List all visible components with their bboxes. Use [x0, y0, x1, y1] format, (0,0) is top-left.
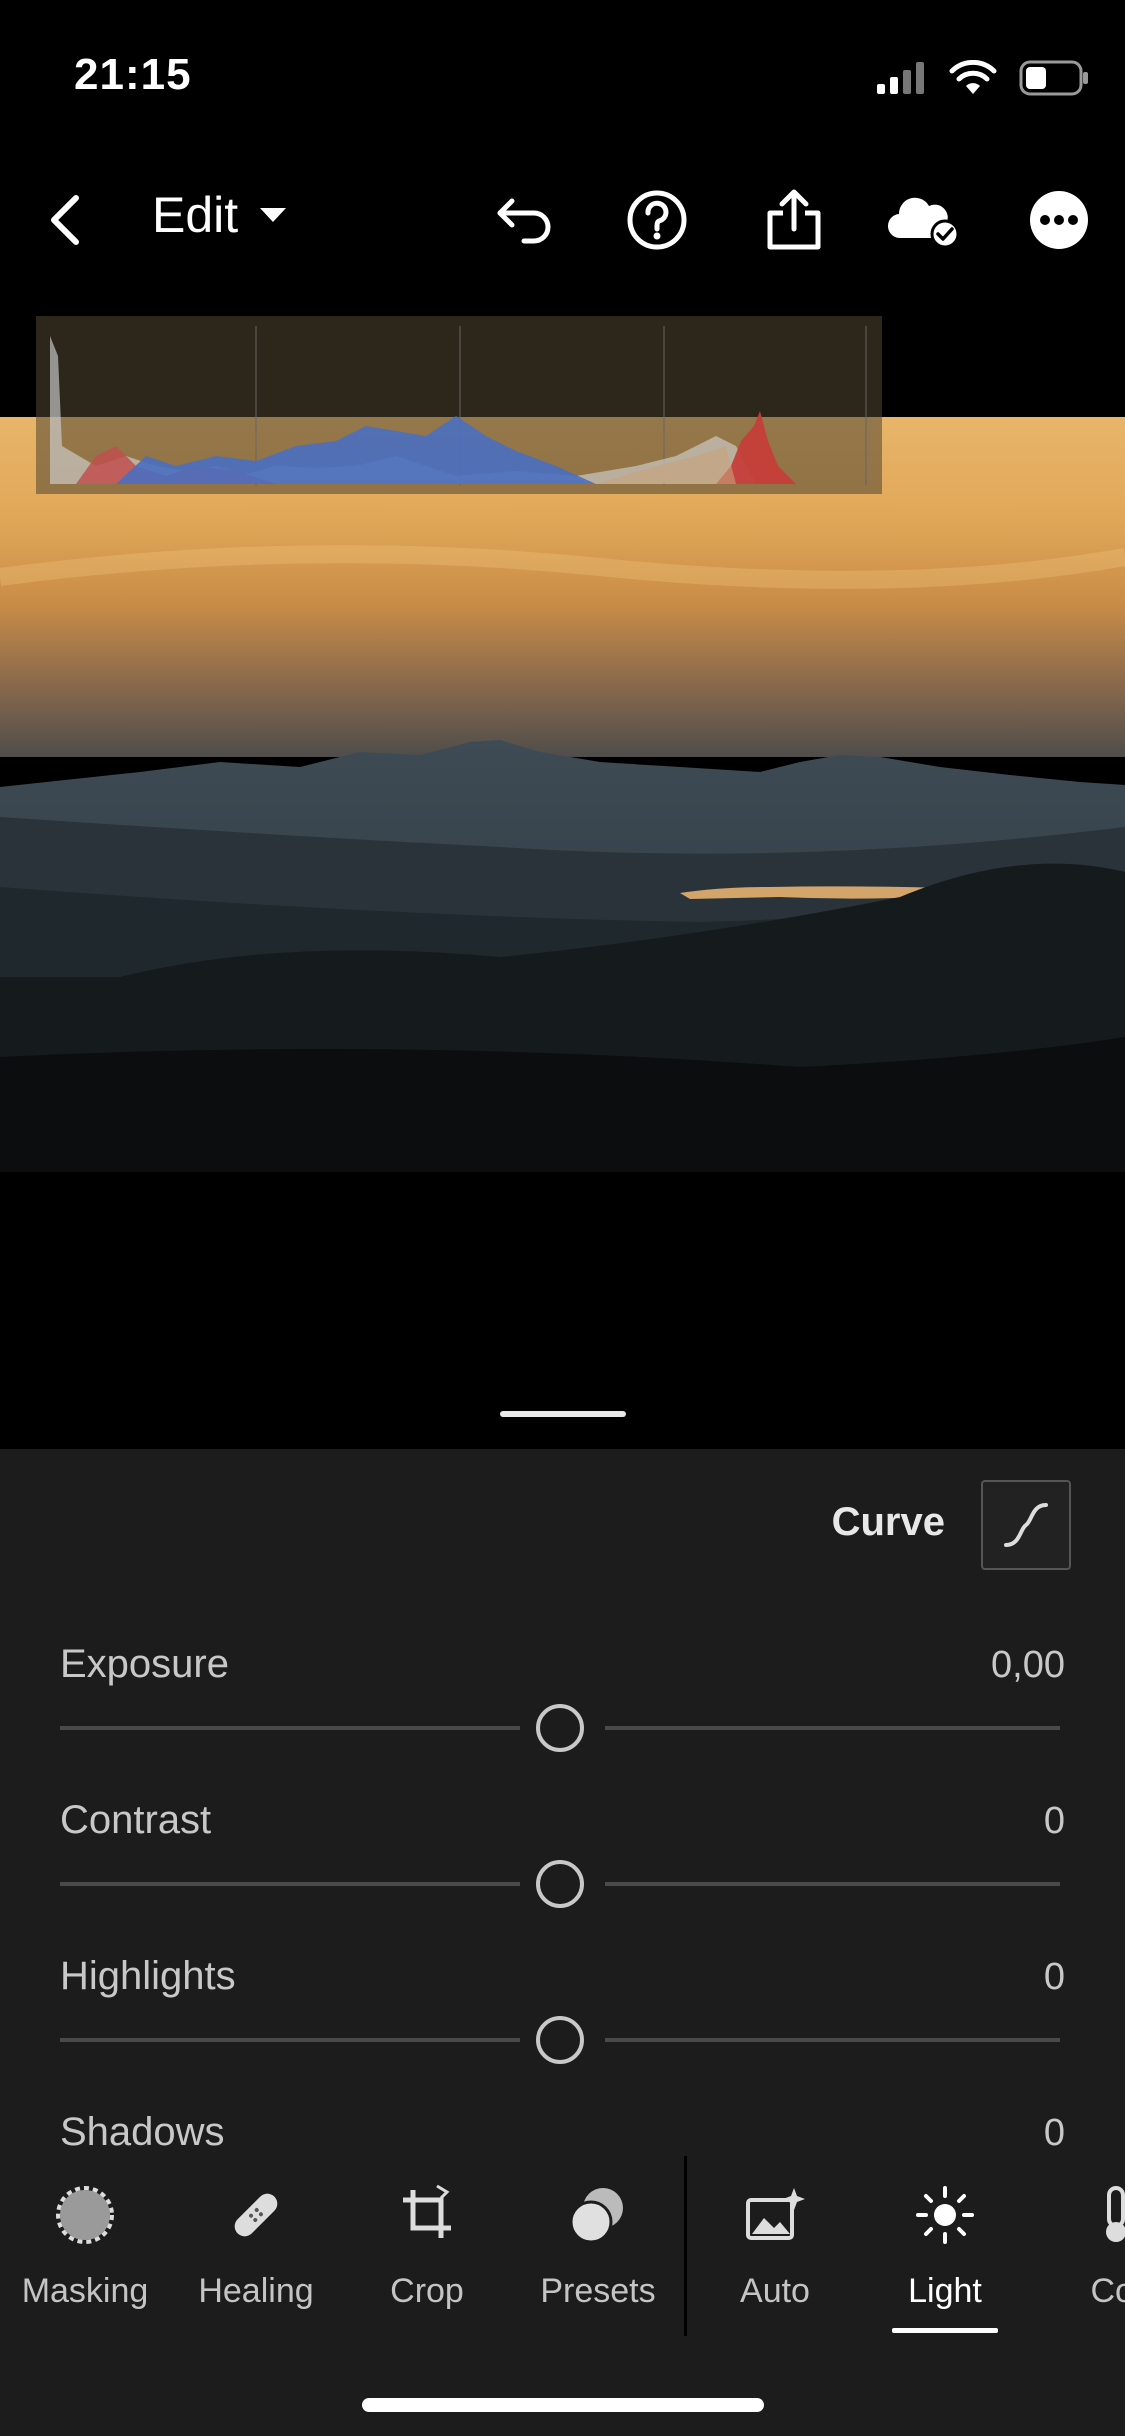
tone-curve-icon	[1004, 1503, 1048, 1547]
tool-healing[interactable]: Healing	[171, 2180, 341, 2330]
curve-button[interactable]	[981, 1480, 1071, 1570]
status-icons	[877, 58, 1089, 98]
thermometer-icon	[1106, 2186, 1125, 2242]
shadows-value: 0	[1043, 2112, 1065, 2154]
landscape-photo	[0, 417, 1125, 1172]
bandage-icon	[234, 2193, 278, 2237]
tool-label: Presets	[540, 2272, 656, 2310]
wifi-icon	[949, 60, 997, 94]
exposure-value: 0,00	[991, 1644, 1065, 1686]
crop-icon	[403, 2184, 451, 2238]
caret-down-icon	[260, 208, 287, 222]
contrast-label: Contrast	[60, 1798, 212, 1842]
highlights-track-left[interactable]	[60, 2038, 520, 2042]
more-icon	[1030, 191, 1088, 249]
exposure-label: Exposure	[60, 1642, 229, 1686]
contrast-track-right[interactable]	[605, 1882, 1060, 1886]
edit-menu-button[interactable]: Edit	[152, 186, 288, 244]
photo-preview[interactable]	[0, 417, 1125, 1172]
tool-auto[interactable]: Auto	[690, 2180, 860, 2330]
auto-image-icon	[746, 2188, 805, 2240]
undo-button[interactable]	[485, 180, 565, 260]
tool-label: Col	[1090, 2272, 1125, 2310]
active-tab-indicator	[892, 2328, 998, 2333]
help-button[interactable]	[617, 180, 697, 260]
home-indicator	[362, 2398, 764, 2412]
share-icon	[767, 189, 821, 250]
battery-icon	[1019, 60, 1088, 96]
tool-presets[interactable]: Presets	[513, 2180, 683, 2330]
help-icon	[627, 190, 687, 250]
cloud-sync-button[interactable]	[885, 180, 965, 260]
highlights-label: Highlights	[60, 1954, 236, 1998]
tool-label: Auto	[740, 2272, 810, 2310]
cellular-signal-icon	[877, 62, 924, 94]
curve-label: Curve	[831, 1500, 945, 1544]
exposure-slider-knob[interactable]	[536, 1704, 584, 1752]
tool-label: Crop	[390, 2272, 464, 2310]
sun-icon	[916, 2186, 974, 2244]
tool-label: Light	[908, 2272, 982, 2310]
tool-color[interactable]: Col	[1031, 2180, 1125, 2330]
more-button[interactable]	[1019, 180, 1099, 260]
cloud-synced-icon	[887, 197, 960, 248]
contrast-value: 0	[1043, 1800, 1065, 1842]
exposure-track-left[interactable]	[60, 1726, 520, 1730]
tool-label: Healing	[198, 2272, 314, 2310]
highlights-track-right[interactable]	[605, 2038, 1060, 2042]
status-time: 21:15	[74, 50, 192, 99]
share-button[interactable]	[754, 180, 834, 260]
highlights-slider-knob[interactable]	[536, 2016, 584, 2064]
exposure-track-right[interactable]	[605, 1726, 1060, 1730]
undo-icon	[497, 198, 551, 244]
tool-crop[interactable]: Crop	[342, 2180, 512, 2330]
tool-label: Masking	[21, 2272, 149, 2310]
presets-icon	[569, 2188, 623, 2244]
histogram-graph	[50, 326, 867, 486]
tool-masking[interactable]: Masking	[0, 2180, 170, 2330]
edit-title: Edit	[152, 187, 239, 243]
back-button[interactable]	[26, 180, 106, 260]
masking-icon	[56, 2186, 114, 2244]
contrast-track-left[interactable]	[60, 1882, 520, 1886]
histogram[interactable]	[36, 316, 882, 494]
panel-drag-handle[interactable]	[500, 1411, 626, 1417]
tool-light[interactable]: Light	[860, 2180, 1030, 2330]
shadows-label: Shadows	[60, 2110, 225, 2154]
chevron-left-icon	[51, 195, 79, 245]
contrast-slider-knob[interactable]	[536, 1860, 584, 1908]
highlights-value: 0	[1043, 1956, 1065, 1998]
toolbar-divider	[684, 2156, 687, 2336]
